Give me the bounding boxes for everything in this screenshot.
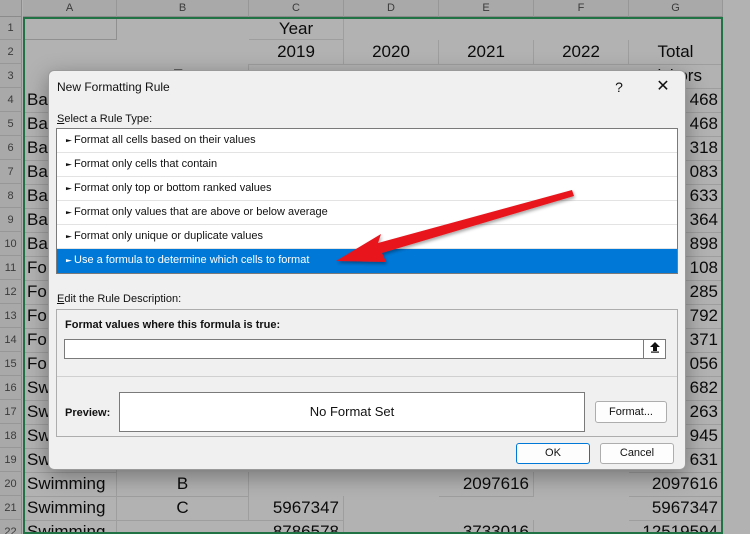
- rule-type-label: Use a formula to determine which cells t…: [74, 254, 310, 266]
- rule-description-panel: Format values where this formula is true…: [56, 309, 678, 437]
- help-button[interactable]: ?: [607, 75, 631, 99]
- rule-type-item[interactable]: ►Use a formula to determine which cells …: [57, 249, 677, 273]
- new-formatting-rule-dialog: New Formatting Rule ? ✕ Select a Rule Ty…: [48, 70, 686, 470]
- rule-type-item[interactable]: ►Format all cells based on their values: [57, 129, 677, 153]
- rule-type-label: Format only values that are above or bel…: [74, 206, 328, 218]
- bullet-arrow-icon: ►: [64, 161, 74, 168]
- ok-button[interactable]: OK: [516, 443, 590, 464]
- rule-type-label: Format all cells based on their values: [74, 134, 256, 146]
- edit-description-label: Edit the Rule Description:: [57, 293, 182, 305]
- format-button[interactable]: Format...: [595, 401, 667, 423]
- bullet-arrow-icon: ►: [64, 185, 74, 192]
- rule-type-item[interactable]: ►Format only cells that contain: [57, 153, 677, 177]
- rule-type-item[interactable]: ►Format only top or bottom ranked values: [57, 177, 677, 201]
- bullet-arrow-icon: ►: [64, 233, 74, 240]
- upload-arrow-icon: [649, 342, 660, 353]
- rule-type-list[interactable]: ►Format all cells based on their values ►…: [56, 128, 678, 274]
- rule-type-label: Format only top or bottom ranked values: [74, 182, 272, 194]
- bullet-arrow-icon: ►: [64, 137, 74, 144]
- formula-input[interactable]: [64, 339, 644, 359]
- rule-type-item[interactable]: ►Format only unique or duplicate values: [57, 225, 677, 249]
- rule-type-item[interactable]: ►Format only values that are above or be…: [57, 201, 677, 225]
- bullet-arrow-icon: ►: [64, 209, 74, 216]
- dialog-title: New Formatting Rule: [57, 80, 170, 94]
- bullet-arrow-icon: ►: [64, 257, 74, 264]
- collapse-dialog-button[interactable]: [644, 339, 666, 359]
- select-rule-type-label: Select a Rule Type:: [57, 113, 153, 125]
- rule-type-label: Format only unique or duplicate values: [74, 230, 263, 242]
- preview-separator: [57, 376, 677, 377]
- preview-box: No Format Set: [119, 392, 585, 432]
- rule-type-label: Format only cells that contain: [74, 158, 218, 170]
- formula-caption: Format values where this formula is true…: [65, 319, 281, 331]
- close-icon[interactable]: ✕: [649, 75, 677, 99]
- preview-label: Preview:: [65, 407, 111, 419]
- cancel-button[interactable]: Cancel: [600, 443, 674, 464]
